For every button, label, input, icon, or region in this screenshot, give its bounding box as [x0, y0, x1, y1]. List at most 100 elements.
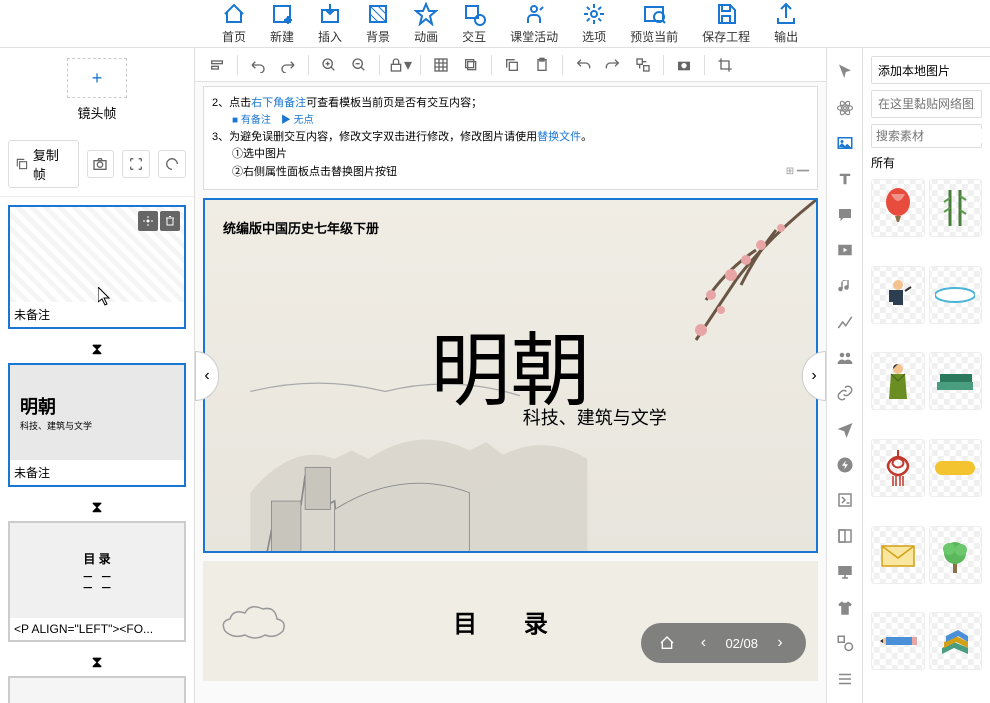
page-home-button[interactable]	[653, 629, 681, 657]
filter-all[interactable]: 所有	[871, 154, 982, 171]
screen-tool[interactable]	[829, 556, 861, 588]
classroom-label: 课堂活动	[510, 28, 558, 45]
copy-frame-button[interactable]: 复制帧	[8, 140, 79, 188]
thumb-delete-icon[interactable]	[160, 211, 180, 231]
lens-frame-add[interactable]: +	[67, 58, 127, 98]
save-label: 保存工程	[702, 28, 750, 45]
image-tool[interactable]	[829, 127, 861, 159]
formula-tool[interactable]	[829, 485, 861, 517]
thumbnail-list: 未备注 ⧗ 明朝 科技、建筑与文学 未备注 ⧗ 目 录 ━━━━ ━━━━	[0, 197, 194, 703]
thumbnail-3[interactable]: 目 录 ━━━━ ━━━━ <P ALIGN="LEFT"><FO...	[8, 521, 186, 642]
paste-button[interactable]	[528, 51, 556, 79]
path-icon	[164, 156, 180, 172]
page-prev-button[interactable]: ‹	[689, 629, 717, 657]
chart-tool[interactable]	[829, 306, 861, 338]
options-button[interactable]: 选项	[582, 2, 606, 45]
copy-icon	[15, 157, 29, 171]
scan-button[interactable]	[122, 150, 150, 178]
align-button[interactable]	[203, 51, 231, 79]
slide-header: 统编版中国历史七年级下册	[223, 218, 379, 237]
insert-button[interactable]: 插入	[318, 2, 342, 45]
new-label: 新建	[270, 28, 294, 45]
shirt-tool[interactable]	[829, 592, 861, 624]
shape-tool[interactable]	[829, 628, 861, 660]
main-slide[interactable]: 统编版中国历史七年级下册 明朝 科技、建筑与文学	[203, 198, 818, 553]
asset-books[interactable]	[929, 352, 983, 410]
thumb-3-note: <P ALIGN="LEFT"><FO...	[10, 618, 184, 640]
classroom-button[interactable]: 课堂活动	[510, 2, 558, 45]
asset-tree[interactable]	[929, 526, 983, 584]
camera-button[interactable]	[87, 150, 115, 178]
layers-button[interactable]	[457, 51, 485, 79]
copy-button[interactable]	[498, 51, 526, 79]
animation-label: 动画	[414, 28, 438, 45]
insert-label: 插入	[318, 28, 342, 45]
background-label: 背景	[366, 28, 390, 45]
asset-yellow-shape[interactable]	[929, 439, 983, 497]
undo-button[interactable]	[244, 51, 272, 79]
right-tool-strip	[826, 48, 862, 703]
asset-pencil[interactable]	[871, 612, 925, 670]
home-button[interactable]: 首页	[222, 2, 246, 45]
thumbnail-1[interactable]: 未备注	[8, 205, 186, 329]
asset-grid	[871, 179, 982, 695]
left-panel: + 镜头帧 复制帧	[0, 48, 195, 703]
asset-chinese-knot[interactable]	[871, 439, 925, 497]
chat-tool[interactable]	[829, 199, 861, 231]
canvas-area[interactable]: 2、点击右下角备注可查看模板当前页是否有交互内容； ■ 有备注 ▶ 无点 3、为…	[195, 82, 826, 703]
zoom-in-button[interactable]	[315, 51, 343, 79]
asset-balloon[interactable]	[871, 179, 925, 237]
next-slide-preview[interactable]: 目 录	[203, 561, 818, 681]
asset-ruler[interactable]	[929, 266, 983, 324]
search-input[interactable]	[876, 129, 990, 143]
info-box: 2、点击右下角备注可查看模板当前页是否有交互内容； ■ 有备注 ▶ 无点 3、为…	[203, 86, 818, 190]
assets-panel: 更 所有	[862, 48, 990, 703]
asset-ancient-person[interactable]	[871, 352, 925, 410]
audio-tool[interactable]	[829, 270, 861, 302]
animation-button[interactable]: 动画	[414, 2, 438, 45]
path-button[interactable]	[158, 150, 186, 178]
background-button[interactable]: 背景	[366, 2, 390, 45]
video-tool[interactable]	[829, 235, 861, 267]
back-button[interactable]	[569, 51, 597, 79]
new-button[interactable]: 新建	[270, 2, 294, 45]
page-next-button[interactable]: ›	[766, 629, 794, 657]
lock-button[interactable]: ▾	[386, 51, 414, 79]
asset-envelope[interactable]	[871, 526, 925, 584]
text-tool[interactable]	[829, 163, 861, 195]
plum-branch-illustration	[616, 200, 816, 380]
asset-bamboo[interactable]	[929, 179, 983, 237]
save-button[interactable]: 保存工程	[702, 2, 750, 45]
grid-button[interactable]	[427, 51, 455, 79]
thumb-settings-icon[interactable]	[138, 211, 158, 231]
people-tool[interactable]	[829, 342, 861, 374]
list-tool[interactable]	[829, 663, 861, 695]
zoom-out-button[interactable]	[345, 51, 373, 79]
atom-tool[interactable]	[829, 92, 861, 124]
asset-teacher[interactable]	[871, 266, 925, 324]
add-local-image-input[interactable]	[871, 56, 990, 84]
capture-button[interactable]	[670, 51, 698, 79]
main-toolbar: 首页 新建 插入 背景 动画 交互 课堂活动 选项 预览当前 保存工程 输出	[0, 0, 990, 48]
forward-button[interactable]	[599, 51, 627, 79]
thumbnail-4[interactable]	[8, 676, 186, 703]
replace-button[interactable]	[629, 51, 657, 79]
crop-button[interactable]	[711, 51, 739, 79]
preview-button[interactable]: 预览当前	[630, 2, 678, 45]
asset-book-stack[interactable]	[929, 612, 983, 670]
link-tool[interactable]	[829, 377, 861, 409]
scan-icon	[128, 156, 144, 172]
hourglass-icon-2: ⧗	[8, 495, 186, 521]
pointer-tool[interactable]	[829, 56, 861, 88]
page-controls: ‹ 02/08 ›	[641, 623, 806, 663]
frame-tool[interactable]	[829, 520, 861, 552]
hourglass-icon-1: ⧗	[8, 337, 186, 363]
flash-tool[interactable]	[829, 449, 861, 481]
export-button[interactable]: 输出	[774, 2, 798, 45]
send-tool[interactable]	[829, 413, 861, 445]
paste-url-input[interactable]	[871, 90, 982, 118]
interaction-button[interactable]: 交互	[462, 2, 486, 45]
thumbnail-2[interactable]: 明朝 科技、建筑与文学 未备注	[8, 363, 186, 487]
asset-search[interactable]	[871, 124, 982, 148]
redo-button[interactable]	[274, 51, 302, 79]
